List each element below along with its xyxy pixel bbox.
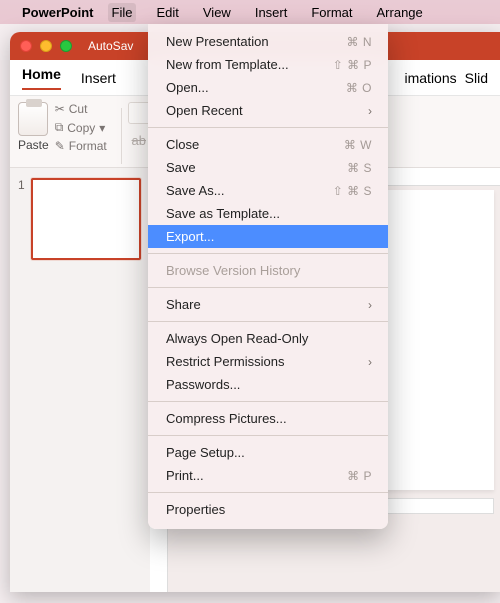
- cut-label: Cut: [69, 102, 88, 116]
- chevron-right-icon: ›: [368, 298, 372, 312]
- menu-item-label: Open Recent: [166, 103, 243, 118]
- copy-button[interactable]: ⧉ Copy ▾: [55, 120, 107, 135]
- menu-item-browse-version-history: Browse Version History: [148, 259, 388, 282]
- menu-item-label: Open...: [166, 80, 209, 95]
- paste-label: Paste: [18, 138, 49, 152]
- menu-item-label: Close: [166, 137, 199, 152]
- menu-item-restrict-permissions[interactable]: Restrict Permissions ›: [148, 350, 388, 373]
- menu-shortcut: ⌘ W: [344, 138, 372, 152]
- thumbnail-index: 1: [18, 178, 25, 260]
- menu-item-open-recent[interactable]: Open Recent ›: [148, 99, 388, 122]
- menu-item-page-setup[interactable]: Page Setup...: [148, 441, 388, 464]
- menu-item-label: Share: [166, 297, 201, 312]
- format-painter-button[interactable]: ✎ Format: [55, 139, 107, 153]
- menu-item-share[interactable]: Share ›: [148, 293, 388, 316]
- menu-separator: [148, 127, 388, 128]
- menu-shortcut: ⌘ O: [346, 81, 372, 95]
- clipboard-actions: ✂ Cut ⧉ Copy ▾ ✎ Format: [55, 102, 107, 153]
- menu-shortcut: ⇧ ⌘ P: [333, 58, 372, 72]
- copy-label: Copy: [67, 121, 95, 135]
- menu-separator: [148, 435, 388, 436]
- menu-separator: [148, 321, 388, 322]
- menu-item-label: Restrict Permissions: [166, 354, 284, 369]
- slide-thumbnails-panel: 1: [10, 168, 150, 592]
- tab-animations[interactable]: imations: [405, 70, 457, 86]
- thumbnail-1[interactable]: 1: [18, 178, 142, 260]
- tab-insert[interactable]: Insert: [81, 70, 116, 86]
- paste-button[interactable]: Paste: [18, 102, 49, 152]
- menu-view[interactable]: View: [199, 3, 235, 22]
- menu-item-save-as[interactable]: Save As... ⇧ ⌘ S: [148, 179, 388, 202]
- menu-arrange[interactable]: Arrange: [373, 3, 427, 22]
- chevron-right-icon: ›: [368, 355, 372, 369]
- file-menu-dropdown: New Presentation ⌘ N New from Template... ⇧…: [148, 24, 388, 529]
- menu-item-label: New Presentation: [166, 34, 269, 49]
- menu-item-label: Always Open Read-Only: [166, 331, 308, 346]
- menu-item-label: Properties: [166, 502, 225, 517]
- menu-item-new-presentation[interactable]: New Presentation ⌘ N: [148, 30, 388, 53]
- app-name[interactable]: PowerPoint: [22, 5, 94, 20]
- menu-item-new-from-template[interactable]: New from Template... ⇧ ⌘ P: [148, 53, 388, 76]
- menu-insert[interactable]: Insert: [251, 3, 292, 22]
- menu-separator: [148, 287, 388, 288]
- thumbnail-preview: [31, 178, 141, 260]
- menu-item-label: Save as Template...: [166, 206, 280, 221]
- menu-separator: [148, 253, 388, 254]
- chevron-down-icon: ▾: [99, 121, 105, 135]
- menu-item-properties[interactable]: Properties: [148, 498, 388, 521]
- menu-item-label: Passwords...: [166, 377, 240, 392]
- menu-item-passwords[interactable]: Passwords...: [148, 373, 388, 396]
- menu-edit[interactable]: Edit: [152, 3, 182, 22]
- menu-shortcut: ⇧ ⌘ S: [333, 184, 372, 198]
- menu-item-compress-pictures[interactable]: Compress Pictures...: [148, 407, 388, 430]
- strikethrough-button[interactable]: ab: [128, 130, 150, 150]
- menu-item-save[interactable]: Save ⌘ S: [148, 156, 388, 179]
- copy-icon: ⧉: [55, 120, 64, 135]
- menu-item-export[interactable]: Export...: [148, 225, 388, 248]
- menu-separator: [148, 401, 388, 402]
- tab-home[interactable]: Home: [22, 66, 61, 90]
- paintbrush-icon: ✎: [55, 139, 65, 153]
- window-zoom-button[interactable]: [60, 40, 72, 52]
- menu-item-label: Browse Version History: [166, 263, 300, 278]
- autosave-label: AutoSav: [88, 39, 133, 53]
- menu-item-close[interactable]: Close ⌘ W: [148, 133, 388, 156]
- mac-menubar: PowerPoint File Edit View Insert Format …: [0, 0, 500, 24]
- menu-shortcut: ⌘ N: [347, 35, 373, 49]
- menu-item-print[interactable]: Print... ⌘ P: [148, 464, 388, 487]
- tab-slideshow[interactable]: Slid: [465, 70, 488, 86]
- chevron-right-icon: ›: [368, 104, 372, 118]
- menu-item-always-open-read-only[interactable]: Always Open Read-Only: [148, 327, 388, 350]
- window-close-button[interactable]: [20, 40, 32, 52]
- format-label: Format: [69, 139, 107, 153]
- menu-item-label: New from Template...: [166, 57, 289, 72]
- menu-format[interactable]: Format: [307, 3, 356, 22]
- scissors-icon: ✂: [55, 102, 65, 116]
- menu-item-label: Save As...: [166, 183, 225, 198]
- menu-item-label: Compress Pictures...: [166, 411, 287, 426]
- menu-separator: [148, 492, 388, 493]
- separator: [121, 108, 122, 164]
- menu-item-save-as-template[interactable]: Save as Template...: [148, 202, 388, 225]
- cut-button[interactable]: ✂ Cut: [55, 102, 107, 116]
- menu-item-label: Print...: [166, 468, 204, 483]
- window-minimize-button[interactable]: [40, 40, 52, 52]
- clipboard-icon: [18, 102, 48, 136]
- menu-item-label: Page Setup...: [166, 445, 245, 460]
- menu-item-label: Export...: [166, 229, 214, 244]
- menu-item-label: Save: [166, 160, 196, 175]
- menu-item-open[interactable]: Open... ⌘ O: [148, 76, 388, 99]
- menu-shortcut: ⌘ S: [347, 161, 372, 175]
- menu-shortcut: ⌘ P: [347, 469, 372, 483]
- menu-file[interactable]: File: [108, 3, 137, 22]
